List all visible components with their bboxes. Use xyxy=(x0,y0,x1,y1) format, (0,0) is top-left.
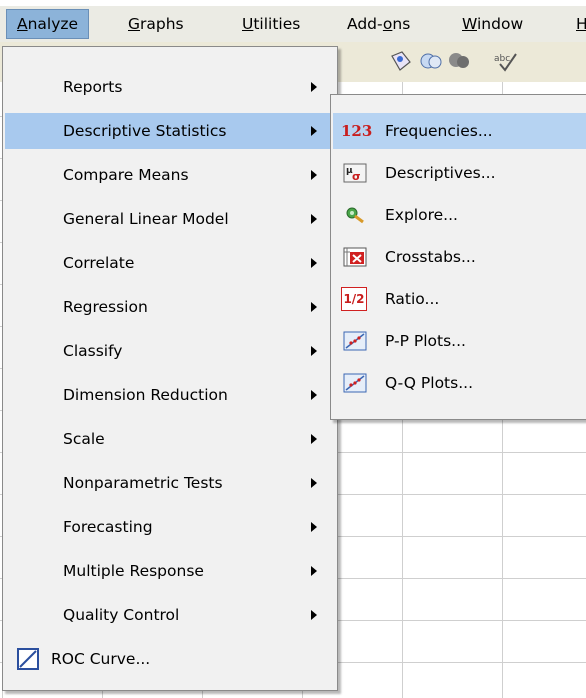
menuitem-explore[interactable]: Explore... xyxy=(333,197,586,233)
menuitem-frequencies[interactable]: 123 Frequencies... xyxy=(333,113,586,149)
menuitem-label: Quality Control xyxy=(63,606,180,624)
menuitem-label: Q-Q Plots... xyxy=(385,374,473,392)
descriptives-icon: μσ xyxy=(343,163,367,183)
menuitem-label: Nonparametric Tests xyxy=(63,474,223,492)
submenu-arrow-icon xyxy=(311,478,317,488)
menuitem-label: Descriptives... xyxy=(385,164,496,182)
menuitem-label: Multiple Response xyxy=(63,562,204,580)
submenu-arrow-icon xyxy=(311,170,317,180)
analyze-menu: Reports Descriptive Statistics Compare M… xyxy=(2,46,338,691)
menu-window-label: Window xyxy=(462,15,524,33)
submenu-arrow-icon xyxy=(311,346,317,356)
submenu-arrow-icon xyxy=(311,522,317,532)
menuitem-reports[interactable]: Reports xyxy=(5,69,335,105)
menuitem-label: Descriptive Statistics xyxy=(63,122,227,140)
menu-add-ons-label: Add-ons xyxy=(347,15,411,33)
main-menubar: Analyze Graphs Utilities Add-ons Window … xyxy=(0,6,586,43)
menuitem-label: ROC Curve... xyxy=(51,650,151,668)
menuitem-label: Reports xyxy=(63,78,123,96)
menuitem-roc-curve[interactable]: ROC Curve... xyxy=(5,641,335,677)
menu-analyze-label: Analyze xyxy=(17,15,79,33)
menuitem-quality-control[interactable]: Quality Control xyxy=(5,597,335,633)
menuitem-classify[interactable]: Classify xyxy=(5,333,335,369)
menu-help-label: H xyxy=(576,15,586,33)
menu-add-ons[interactable]: Add-ons xyxy=(337,10,420,38)
menu-graphs-label: Graphs xyxy=(128,15,184,33)
menuitem-scale[interactable]: Scale xyxy=(5,421,335,457)
menuitem-label: P-P Plots... xyxy=(385,332,466,350)
menu-window[interactable]: Window xyxy=(452,10,533,38)
menuitem-pp-plots[interactable]: P-P Plots... xyxy=(333,323,586,359)
roc-curve-icon xyxy=(17,648,39,670)
submenu-arrow-icon xyxy=(311,82,317,92)
frequencies-123-icon: 123 xyxy=(341,122,373,140)
svg-text:σ: σ xyxy=(352,170,361,183)
menuitem-descriptive-statistics[interactable]: Descriptive Statistics xyxy=(5,113,335,149)
menu-graphs[interactable]: Graphs xyxy=(118,10,194,38)
crosstabs-icon xyxy=(343,247,367,267)
group-icon[interactable] xyxy=(446,48,472,74)
menuitem-nonparametric-tests[interactable]: Nonparametric Tests xyxy=(5,465,335,501)
menuitem-label: Scale xyxy=(63,430,105,448)
menuitem-dimension-reduction[interactable]: Dimension Reduction xyxy=(5,377,335,413)
submenu-arrow-icon xyxy=(311,566,317,576)
menuitem-qq-plots[interactable]: Q-Q Plots... xyxy=(333,365,586,401)
submenu-arrow-icon xyxy=(311,302,317,312)
menuitem-label: Forecasting xyxy=(63,518,153,536)
menuitem-regression[interactable]: Regression xyxy=(5,289,335,325)
menuitem-ratio[interactable]: 1/2 Ratio... xyxy=(333,281,586,317)
menuitem-descriptives[interactable]: μσ Descriptives... xyxy=(333,155,586,191)
menu-analyze[interactable]: Analyze xyxy=(6,9,90,39)
menuitem-crosstabs[interactable]: Crosstabs... xyxy=(333,239,586,275)
explore-icon xyxy=(346,207,364,224)
pp-plots-icon xyxy=(343,331,367,351)
menuitem-label: Explore... xyxy=(385,206,458,224)
submenu-arrow-icon xyxy=(311,258,317,268)
menu-help[interactable]: H xyxy=(566,10,586,38)
menuitem-label: Correlate xyxy=(63,254,135,272)
qq-plots-icon xyxy=(343,373,367,393)
circles-icon[interactable] xyxy=(418,48,444,74)
value-labels-icon[interactable]: abc xyxy=(492,48,518,74)
menuitem-label: Classify xyxy=(63,342,123,360)
submenu-arrow-icon xyxy=(311,390,317,400)
menuitem-label: Crosstabs... xyxy=(385,248,476,266)
menuitem-compare-means[interactable]: Compare Means xyxy=(5,157,335,193)
menuitem-general-linear-model[interactable]: General Linear Model xyxy=(5,201,335,237)
svg-text:abc: abc xyxy=(494,54,510,64)
menuitem-label: Frequencies... xyxy=(385,122,493,140)
submenu-arrow-icon xyxy=(311,434,317,444)
menuitem-label: Dimension Reduction xyxy=(63,386,228,404)
submenu-arrow-icon xyxy=(311,610,317,620)
menuitem-forecasting[interactable]: Forecasting xyxy=(5,509,335,545)
menuitem-label: Ratio... xyxy=(385,290,440,308)
menuitem-label: General Linear Model xyxy=(63,210,229,228)
ratio-icon: 1/2 xyxy=(341,287,367,311)
menuitem-label: Regression xyxy=(63,298,148,316)
submenu-arrow-icon xyxy=(311,214,317,224)
submenu-arrow-icon xyxy=(311,126,317,136)
menu-utilities-label: Utilities xyxy=(242,15,301,33)
tag-icon[interactable] xyxy=(388,48,414,74)
menuitem-correlate[interactable]: Correlate xyxy=(5,245,335,281)
menu-utilities[interactable]: Utilities xyxy=(232,10,310,38)
descriptive-statistics-submenu: 123 Frequencies... μσ Descriptives... Ex… xyxy=(330,94,586,420)
menuitem-label: Compare Means xyxy=(63,166,189,184)
menuitem-multiple-response[interactable]: Multiple Response xyxy=(5,553,335,589)
